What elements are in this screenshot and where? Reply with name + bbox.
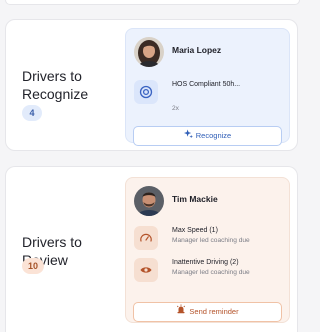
drivers-to-review-card: Drivers to Review 10 Tim Mackie Max Spee…: [5, 166, 298, 332]
recognize-button-label: Recognize: [195, 131, 232, 140]
drivers-to-recognize-card: Drivers to Recognize 4 Maria Lopez HOS C…: [5, 19, 298, 151]
send-reminder-button[interactable]: Send reminder: [133, 302, 282, 322]
violation-status: Manager led coaching due: [172, 237, 250, 244]
eye-icon: [134, 258, 158, 282]
card-title: Drivers to Recognize: [22, 68, 89, 102]
driver-name: Tim Mackie: [172, 194, 218, 204]
avatar: [134, 186, 164, 216]
sparkle-icon: [183, 127, 193, 145]
violation-status: Manager led coaching due: [172, 269, 250, 276]
driver-review-panel: Tim Mackie Max Speed (1) Manager led coa…: [125, 177, 290, 323]
count-badge: 4: [22, 105, 42, 121]
recognize-button[interactable]: Recognize: [133, 126, 282, 146]
target-icon: [134, 80, 158, 104]
previous-card-edge: [5, 0, 300, 5]
violation-title: Max Speed (1): [172, 227, 218, 234]
driver-name: Maria Lopez: [172, 45, 222, 55]
driver-recognition-panel: Maria Lopez HOS Compliant 50h... 2x Reco…: [125, 28, 290, 146]
violation-title: Inattentive Driving (2): [172, 259, 239, 266]
speedometer-icon: [134, 226, 158, 250]
alarm-icon: [176, 303, 186, 321]
send-reminder-label: Send reminder: [189, 307, 239, 316]
achievement-count: 2x: [172, 105, 179, 112]
count-badge: 10: [22, 258, 45, 274]
achievement-title: HOS Compliant 50h...: [172, 81, 241, 88]
avatar: [134, 37, 164, 67]
